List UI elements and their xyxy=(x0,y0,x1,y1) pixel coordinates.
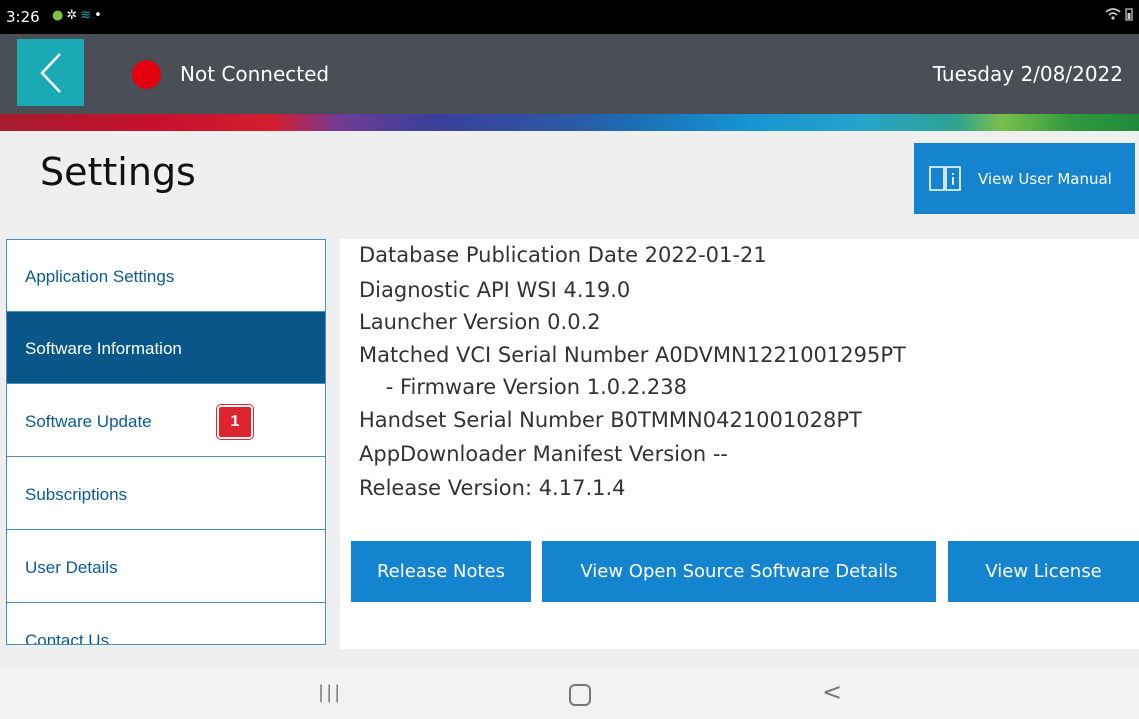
sidebar-item-software-information[interactable]: Software Information xyxy=(7,312,325,384)
app-header: Not Connected Tuesday 2/08/2022 xyxy=(0,34,1139,114)
settings-icon: ✲ xyxy=(66,8,81,23)
sidebar-item-label: Contact Us xyxy=(25,631,110,645)
sidebar-item-label: Software Update xyxy=(25,412,152,431)
sidebar-item-application-settings[interactable]: Application Settings xyxy=(7,240,325,312)
info-manifest-version: AppDownloader Manifest Version -- xyxy=(359,442,728,466)
connection-status-text: Not Connected xyxy=(180,62,330,86)
record-icon: ● xyxy=(52,8,67,23)
view-license-button[interactable]: View License xyxy=(948,541,1139,602)
sidebar-item-subscriptions[interactable]: Subscriptions xyxy=(7,458,325,530)
sidebar-item-label: Application Settings xyxy=(25,267,175,286)
chevron-left-icon xyxy=(39,52,61,93)
recent-apps-button[interactable]: ||| xyxy=(318,682,342,703)
system-nav-bar: ||| < xyxy=(0,668,1139,719)
system-back-button[interactable]: < xyxy=(822,678,842,706)
view-open-source-button[interactable]: View Open Source Software Details xyxy=(542,541,936,602)
brand-color-stripe xyxy=(0,114,1139,131)
settings-sidebar: Application Settings Software Informatio… xyxy=(6,239,326,645)
info-vci-serial: Matched VCI Serial Number A0DVMN12210012… xyxy=(359,343,906,367)
sidebar-item-label: Software Information xyxy=(25,339,182,358)
sidebar-item-label: Subscriptions xyxy=(25,485,128,504)
wifi-icon xyxy=(1105,8,1125,25)
info-diagnostic-api: Diagnostic API WSI 4.19.0 xyxy=(359,278,631,302)
sidebar-item-software-update[interactable]: Software Update 1 xyxy=(7,385,325,457)
header-date: Tuesday 2/08/2022 xyxy=(932,62,1123,86)
software-information-panel: Database Publication Date 2022-01-21 Dia… xyxy=(340,239,1139,649)
sidebar-item-contact-us[interactable]: Contact Us xyxy=(7,604,325,645)
info-handset-serial: Handset Serial Number B0TMMN0421001028PT xyxy=(359,408,862,432)
home-button[interactable] xyxy=(569,684,591,706)
app-icon: ≋ xyxy=(80,8,95,23)
connection-status-dot xyxy=(132,60,161,89)
back-button[interactable] xyxy=(17,39,84,106)
page-title: Settings xyxy=(40,150,196,194)
sidebar-item-user-details[interactable]: User Details xyxy=(7,531,325,603)
view-user-manual-button[interactable]: View User Manual xyxy=(914,143,1135,214)
dot-icon: • xyxy=(94,8,105,23)
status-right-icons xyxy=(1105,7,1133,25)
info-firmware-version: - Firmware Version 1.0.2.238 xyxy=(359,375,687,399)
info-database-date: Database Publication Date 2022-01-21 xyxy=(359,243,767,267)
battery-icon xyxy=(1125,8,1133,25)
status-time: 3:26 xyxy=(6,8,40,26)
status-icons: ●✲≋• xyxy=(52,8,105,23)
info-release-version: Release Version: 4.17.1.4 xyxy=(359,476,626,500)
book-info-icon xyxy=(928,164,962,196)
update-count-badge: 1 xyxy=(217,405,253,439)
sidebar-item-label: User Details xyxy=(25,558,118,577)
view-user-manual-label: View User Manual xyxy=(978,170,1112,188)
info-launcher-version: Launcher Version 0.0.2 xyxy=(359,310,601,334)
release-notes-button[interactable]: Release Notes xyxy=(351,541,531,602)
status-bar: 3:26 ●✲≋• xyxy=(0,0,1139,34)
